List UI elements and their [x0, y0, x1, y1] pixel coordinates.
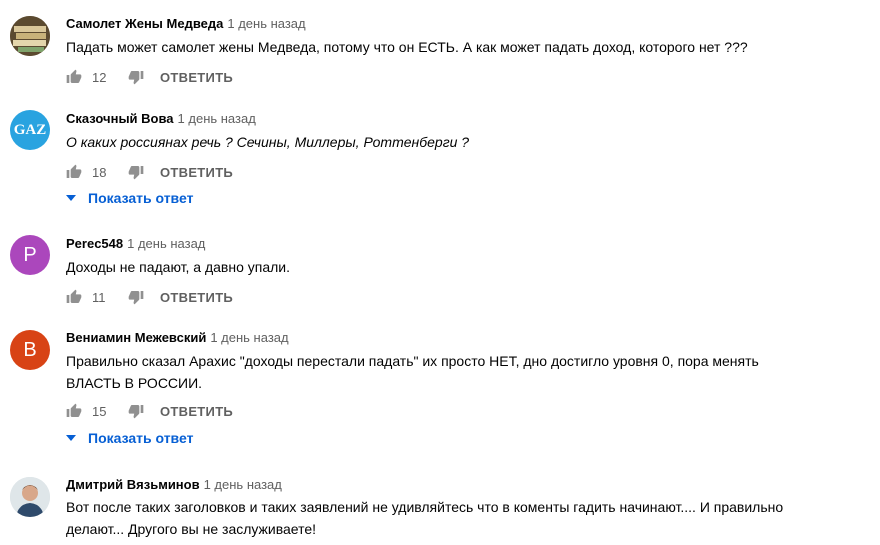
author-name[interactable]: Дмитрий Вязьминов — [66, 477, 200, 492]
caret-down-icon — [66, 195, 76, 201]
timestamp[interactable]: 1 день назад — [204, 477, 282, 492]
timestamp[interactable]: 1 день назад — [227, 16, 305, 31]
comment-text: О каких россиянах речь ? Сечины, Миллеры… — [66, 134, 470, 150]
like-count: 18 — [92, 164, 107, 180]
comment-text: Правильно сказал Арахис "доходы перестал… — [66, 353, 759, 391]
author-name[interactable]: Самолет Жены Медведа — [66, 16, 223, 31]
thumbs-up-icon[interactable] — [66, 69, 82, 85]
avatar-letter: B — [23, 338, 37, 361]
like-count: 15 — [92, 403, 107, 419]
avatar-letter: P — [23, 243, 37, 266]
timestamp[interactable]: 1 день назад — [210, 330, 288, 345]
like-count: 12 — [92, 69, 107, 85]
thumbs-down-icon[interactable] — [128, 403, 144, 419]
thumbs-up-icon[interactable] — [66, 289, 82, 305]
show-replies-button[interactable]: Показать ответ — [66, 430, 193, 446]
avatar[interactable] — [10, 16, 50, 56]
caret-down-icon — [66, 435, 76, 441]
show-replies-label: Показать ответ — [88, 190, 194, 206]
show-replies-button[interactable]: Показать ответ — [66, 190, 193, 206]
thumbs-up-icon[interactable] — [66, 403, 82, 419]
timestamp[interactable]: 1 день назад — [178, 111, 256, 126]
thumbs-up-icon[interactable] — [66, 164, 82, 180]
author-name[interactable]: Вениамин Межевский — [66, 330, 206, 345]
like-count: 11 — [92, 289, 106, 305]
thumbs-down-icon[interactable] — [128, 69, 144, 85]
show-replies-label: Показать ответ — [88, 430, 194, 446]
thumbs-down-icon[interactable] — [128, 289, 144, 305]
author-name[interactable]: Сказочный Вова — [66, 111, 174, 126]
avatar-letter: GAZ — [13, 121, 47, 138]
comment-text: Падать может самолет жены Медведа, потом… — [66, 39, 748, 55]
author-name[interactable]: Perec548 — [66, 236, 123, 251]
reply-button[interactable]: ОТВЕТИТЬ — [160, 404, 233, 419]
comment-text: Доходы не падают, а давно упали. — [66, 259, 290, 275]
avatar[interactable]: P — [10, 235, 50, 275]
avatar[interactable] — [10, 477, 50, 517]
timestamp[interactable]: 1 день назад — [127, 236, 205, 251]
reply-button[interactable]: ОТВЕТИТЬ — [160, 165, 233, 180]
reply-button[interactable]: ОТВЕТИТЬ — [160, 290, 233, 305]
thumbs-down-icon[interactable] — [128, 164, 144, 180]
reply-button[interactable]: ОТВЕТИТЬ — [160, 70, 233, 85]
avatar[interactable]: GAZ — [10, 110, 50, 150]
comment-text: Вот после таких заголовков и таких заявл… — [66, 499, 784, 537]
money-stack-avatar-icon — [10, 16, 50, 56]
avatar[interactable]: B — [10, 330, 50, 370]
person-photo-avatar-icon — [10, 477, 50, 517]
